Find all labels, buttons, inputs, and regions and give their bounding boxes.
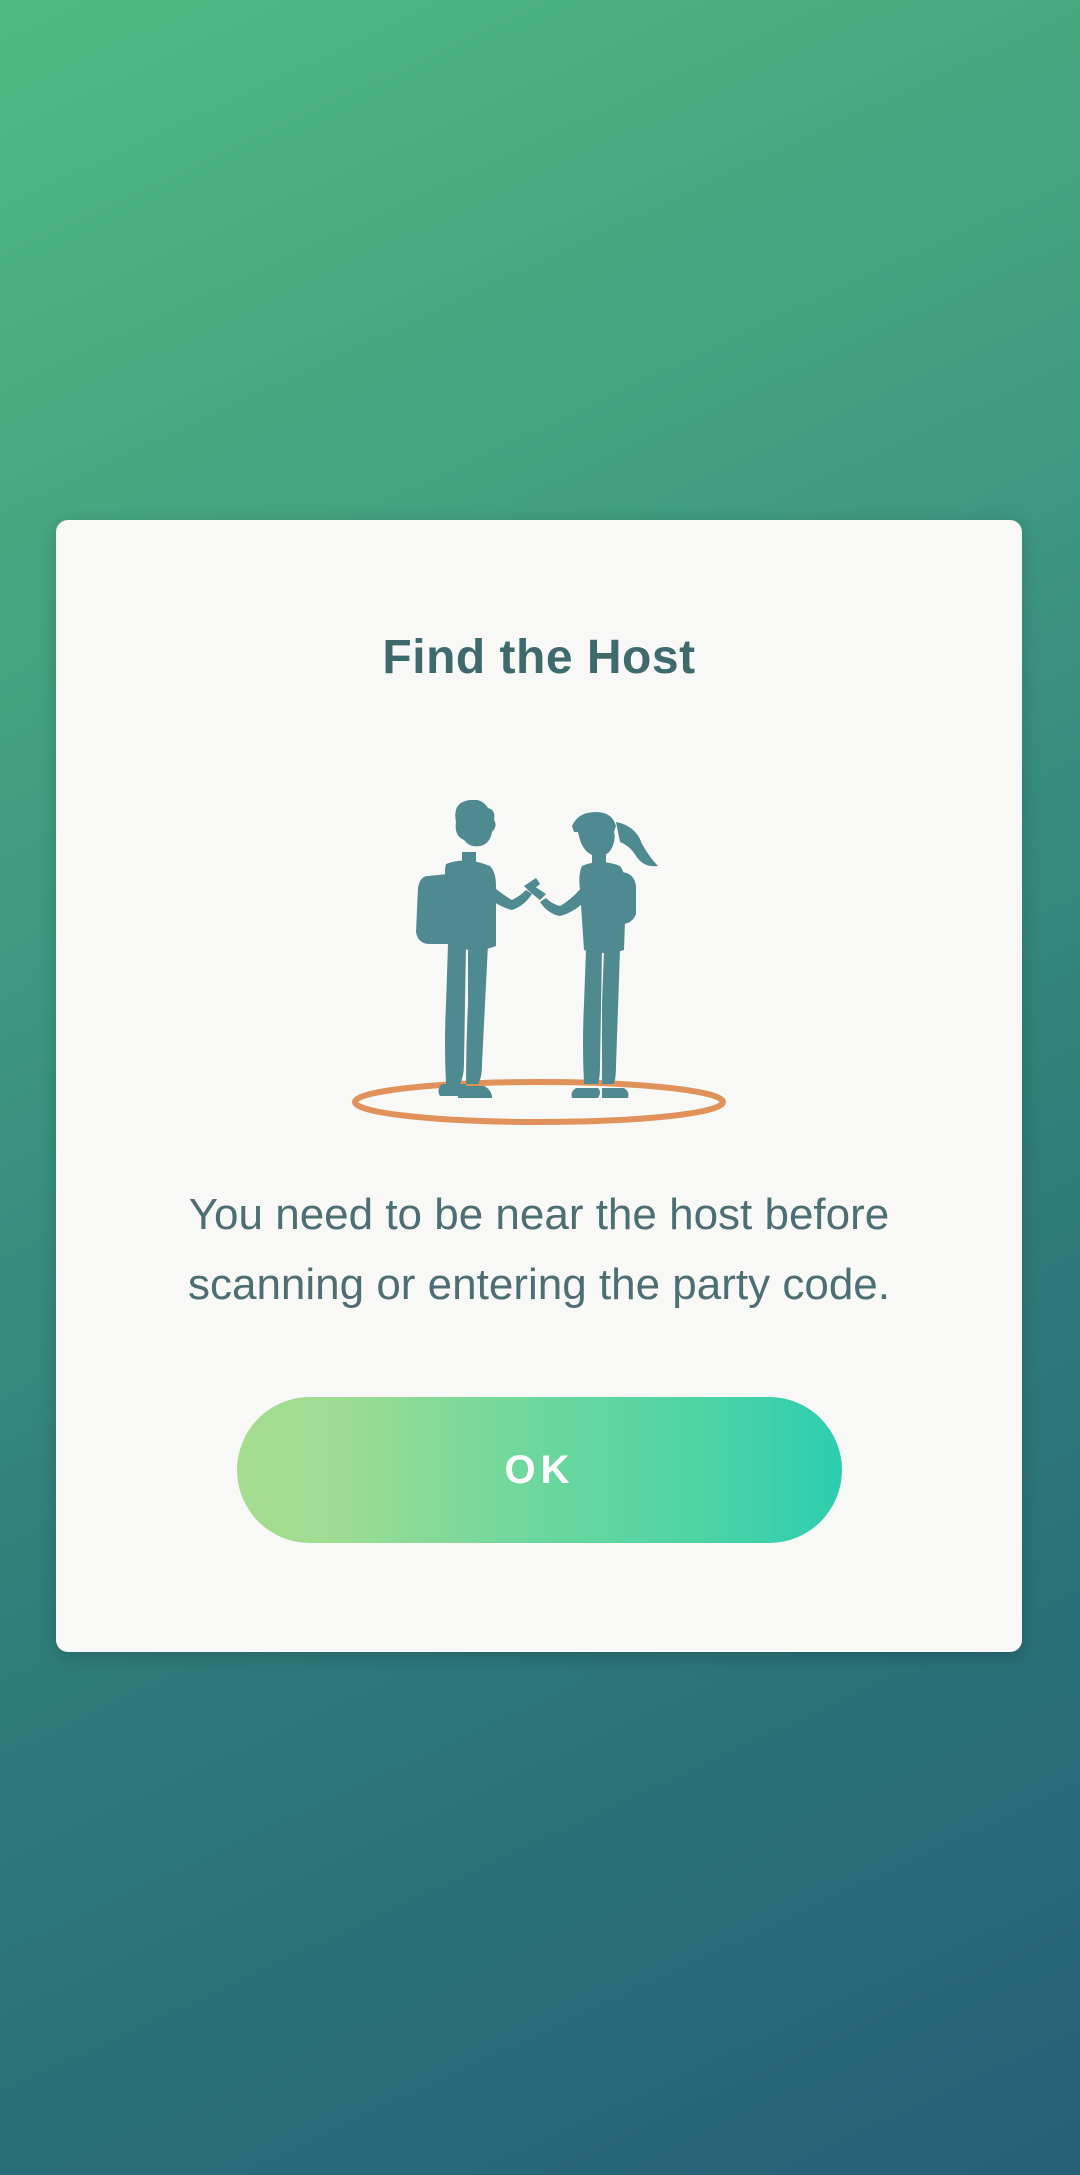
- two-trainers-near-each-other-icon: [352, 800, 726, 1125]
- ok-button[interactable]: OK: [237, 1397, 842, 1543]
- dialog-title: Find the Host: [382, 631, 696, 684]
- dialog-message: You need to be near the host before scan…: [187, 1190, 890, 1309]
- find-host-dialog: Find the Host You need to be near the ho…: [56, 520, 1022, 1652]
